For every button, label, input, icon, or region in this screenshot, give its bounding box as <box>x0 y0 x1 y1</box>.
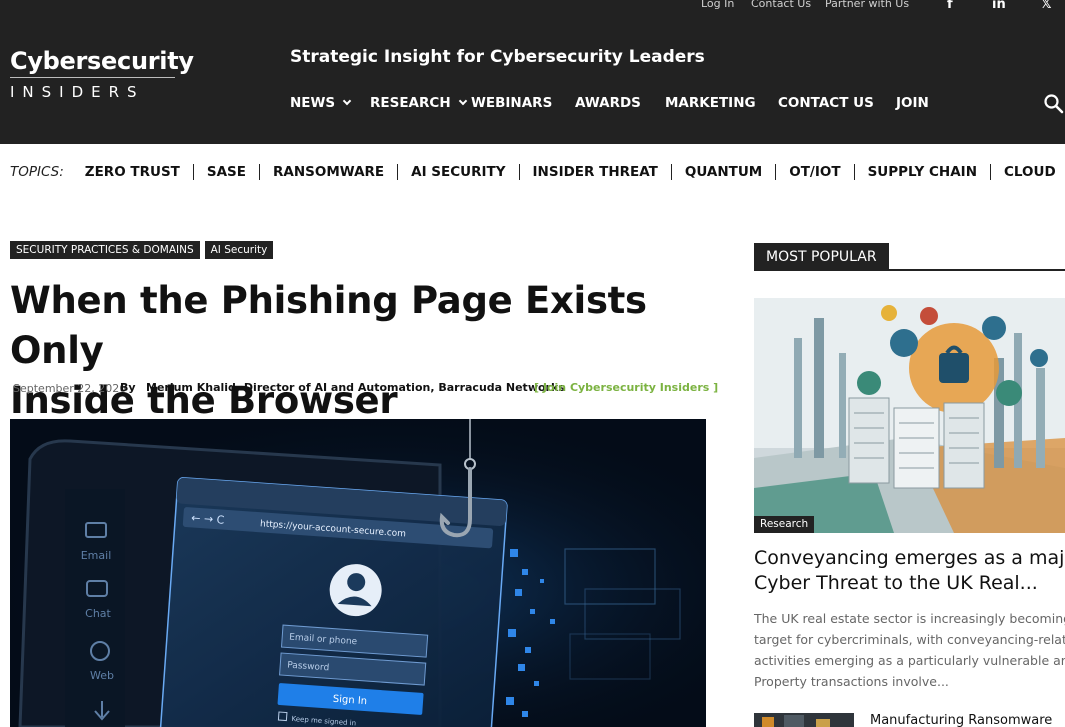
nav-webinars[interactable]: WEBINARS <box>471 95 552 111</box>
next-post-thumbnail[interactable] <box>754 713 854 727</box>
excerpt-line: Property transactions involve... <box>754 674 949 689</box>
nav-awards[interactable]: AWARDS <box>575 95 641 111</box>
byline-prefix: By <box>120 381 136 394</box>
facebook-icon[interactable]: f <box>947 0 953 12</box>
topic-sase[interactable]: SASE <box>207 164 246 180</box>
tag-security-practices[interactable]: SECURITY PRACTICES & DOMAINS <box>10 241 200 259</box>
topic-divider <box>990 164 991 180</box>
topic-ransomware[interactable]: RANSOMWARE <box>273 164 384 180</box>
most-popular-label: MOST POPULAR <box>754 243 889 271</box>
linkedin-icon[interactable]: in <box>992 0 1006 12</box>
topic-zero-trust[interactable]: ZERO TRUST <box>85 164 180 180</box>
logo-text-bottom: INSIDERS <box>10 83 145 101</box>
hero-illustration: Email Chat Web ← → C https://your-accoun… <box>10 419 706 727</box>
logo-text-top: Cybersecurity <box>10 47 194 75</box>
logo-divider <box>10 77 175 78</box>
next-post-title[interactable]: Manufacturing Ransomware <box>870 713 1052 727</box>
next-post-illustration <box>754 713 854 727</box>
tag-ai-security[interactable]: AI Security <box>204 241 274 259</box>
topic-divider <box>192 164 194 180</box>
topic-cloud[interactable]: CLOUD <box>1004 164 1056 180</box>
join-link[interactable]: [ Join Cybersecurity Insiders ] <box>534 381 718 394</box>
nav-contact-us[interactable]: CONTACT US <box>778 95 874 111</box>
hero-chat-label: Chat <box>85 607 111 620</box>
hero-web-label: Web <box>90 669 114 682</box>
excerpt-line: target for cybercriminals, with conveyan… <box>754 632 1065 647</box>
partner-link[interactable]: Partner with Us <box>825 0 909 10</box>
nav-join[interactable]: JOIN <box>896 95 929 111</box>
article-title-line1: When the Phishing Page Exists Only <box>10 279 647 372</box>
article-title: When the Phishing Page Exists Only Insid… <box>10 276 720 426</box>
site-tagline: Strategic Insight for Cybersecurity Lead… <box>290 47 705 67</box>
topic-supply-chain[interactable]: SUPPLY CHAIN <box>868 164 977 180</box>
nav-marketing[interactable]: MARKETING <box>665 95 756 111</box>
excerpt-line: The UK real estate sector is increasingl… <box>754 611 1065 626</box>
excerpt-line: activities emerging as a particularly vu… <box>754 653 1065 668</box>
topic-insider-threat[interactable]: INSIDER THREAT <box>533 164 658 180</box>
chevron-down-icon <box>342 96 352 106</box>
hero-email-label: Email <box>81 549 112 562</box>
popular-post-illustration <box>754 298 1065 533</box>
site-header: Log In Contact Us Partner with Us f in 𝕏… <box>0 0 1065 144</box>
popular-post-image[interactable] <box>754 298 1065 533</box>
article-author[interactable]: Merium Khalid, Director of AI and Automa… <box>146 381 565 394</box>
topic-quantum[interactable]: QUANTUM <box>685 164 762 180</box>
chevron-down-icon <box>458 96 467 106</box>
popular-post-excerpt: The UK real estate sector is increasingl… <box>754 608 1065 692</box>
popular-post-title[interactable]: Conveyancing emerges as a majo Cyber Thr… <box>754 546 1065 596</box>
article-date: September 22, 2026 <box>13 382 127 395</box>
topic-divider <box>775 164 777 180</box>
topic-ot-iot[interactable]: OT/IOT <box>789 164 840 180</box>
search-icon[interactable] <box>1043 93 1065 115</box>
category-badge[interactable]: Research <box>754 516 815 533</box>
most-popular-header: MOST POPULAR <box>754 243 1065 271</box>
topics-label: TOPICS: <box>10 164 64 180</box>
contact-link[interactable]: Contact Us <box>751 0 811 10</box>
topic-ai-security[interactable]: AI SECURITY <box>411 164 505 180</box>
site-logo[interactable]: Cybersecurity INSIDERS <box>10 46 194 101</box>
nav-news-label: NEWS <box>290 95 336 111</box>
popular-post-title-line1: Conveyancing emerges as a majo <box>754 547 1065 569</box>
topics-bar: TOPICS: ZERO TRUST SASE RANSOMWARE AI SE… <box>10 162 1056 182</box>
article-hero-image: Email Chat Web ← → C https://your-accoun… <box>10 419 706 727</box>
login-link[interactable]: Log In <box>701 0 734 10</box>
x-icon[interactable]: 𝕏 <box>1041 0 1051 12</box>
topic-divider <box>397 164 399 180</box>
popular-post-title-line2: Cyber Threat to the UK Real... <box>754 572 1038 594</box>
topic-divider <box>853 164 855 180</box>
nav-news[interactable]: NEWS <box>290 95 352 111</box>
svg-text:← → C: ← → C <box>191 511 225 526</box>
article-tags: SECURITY PRACTICES & DOMAINS AI Security <box>10 241 274 259</box>
topic-divider <box>670 164 672 180</box>
topic-divider <box>518 164 520 180</box>
nav-research-label: RESEARCH <box>370 95 451 111</box>
topic-divider <box>259 164 261 180</box>
nav-research[interactable]: RESEARCH <box>370 95 467 111</box>
